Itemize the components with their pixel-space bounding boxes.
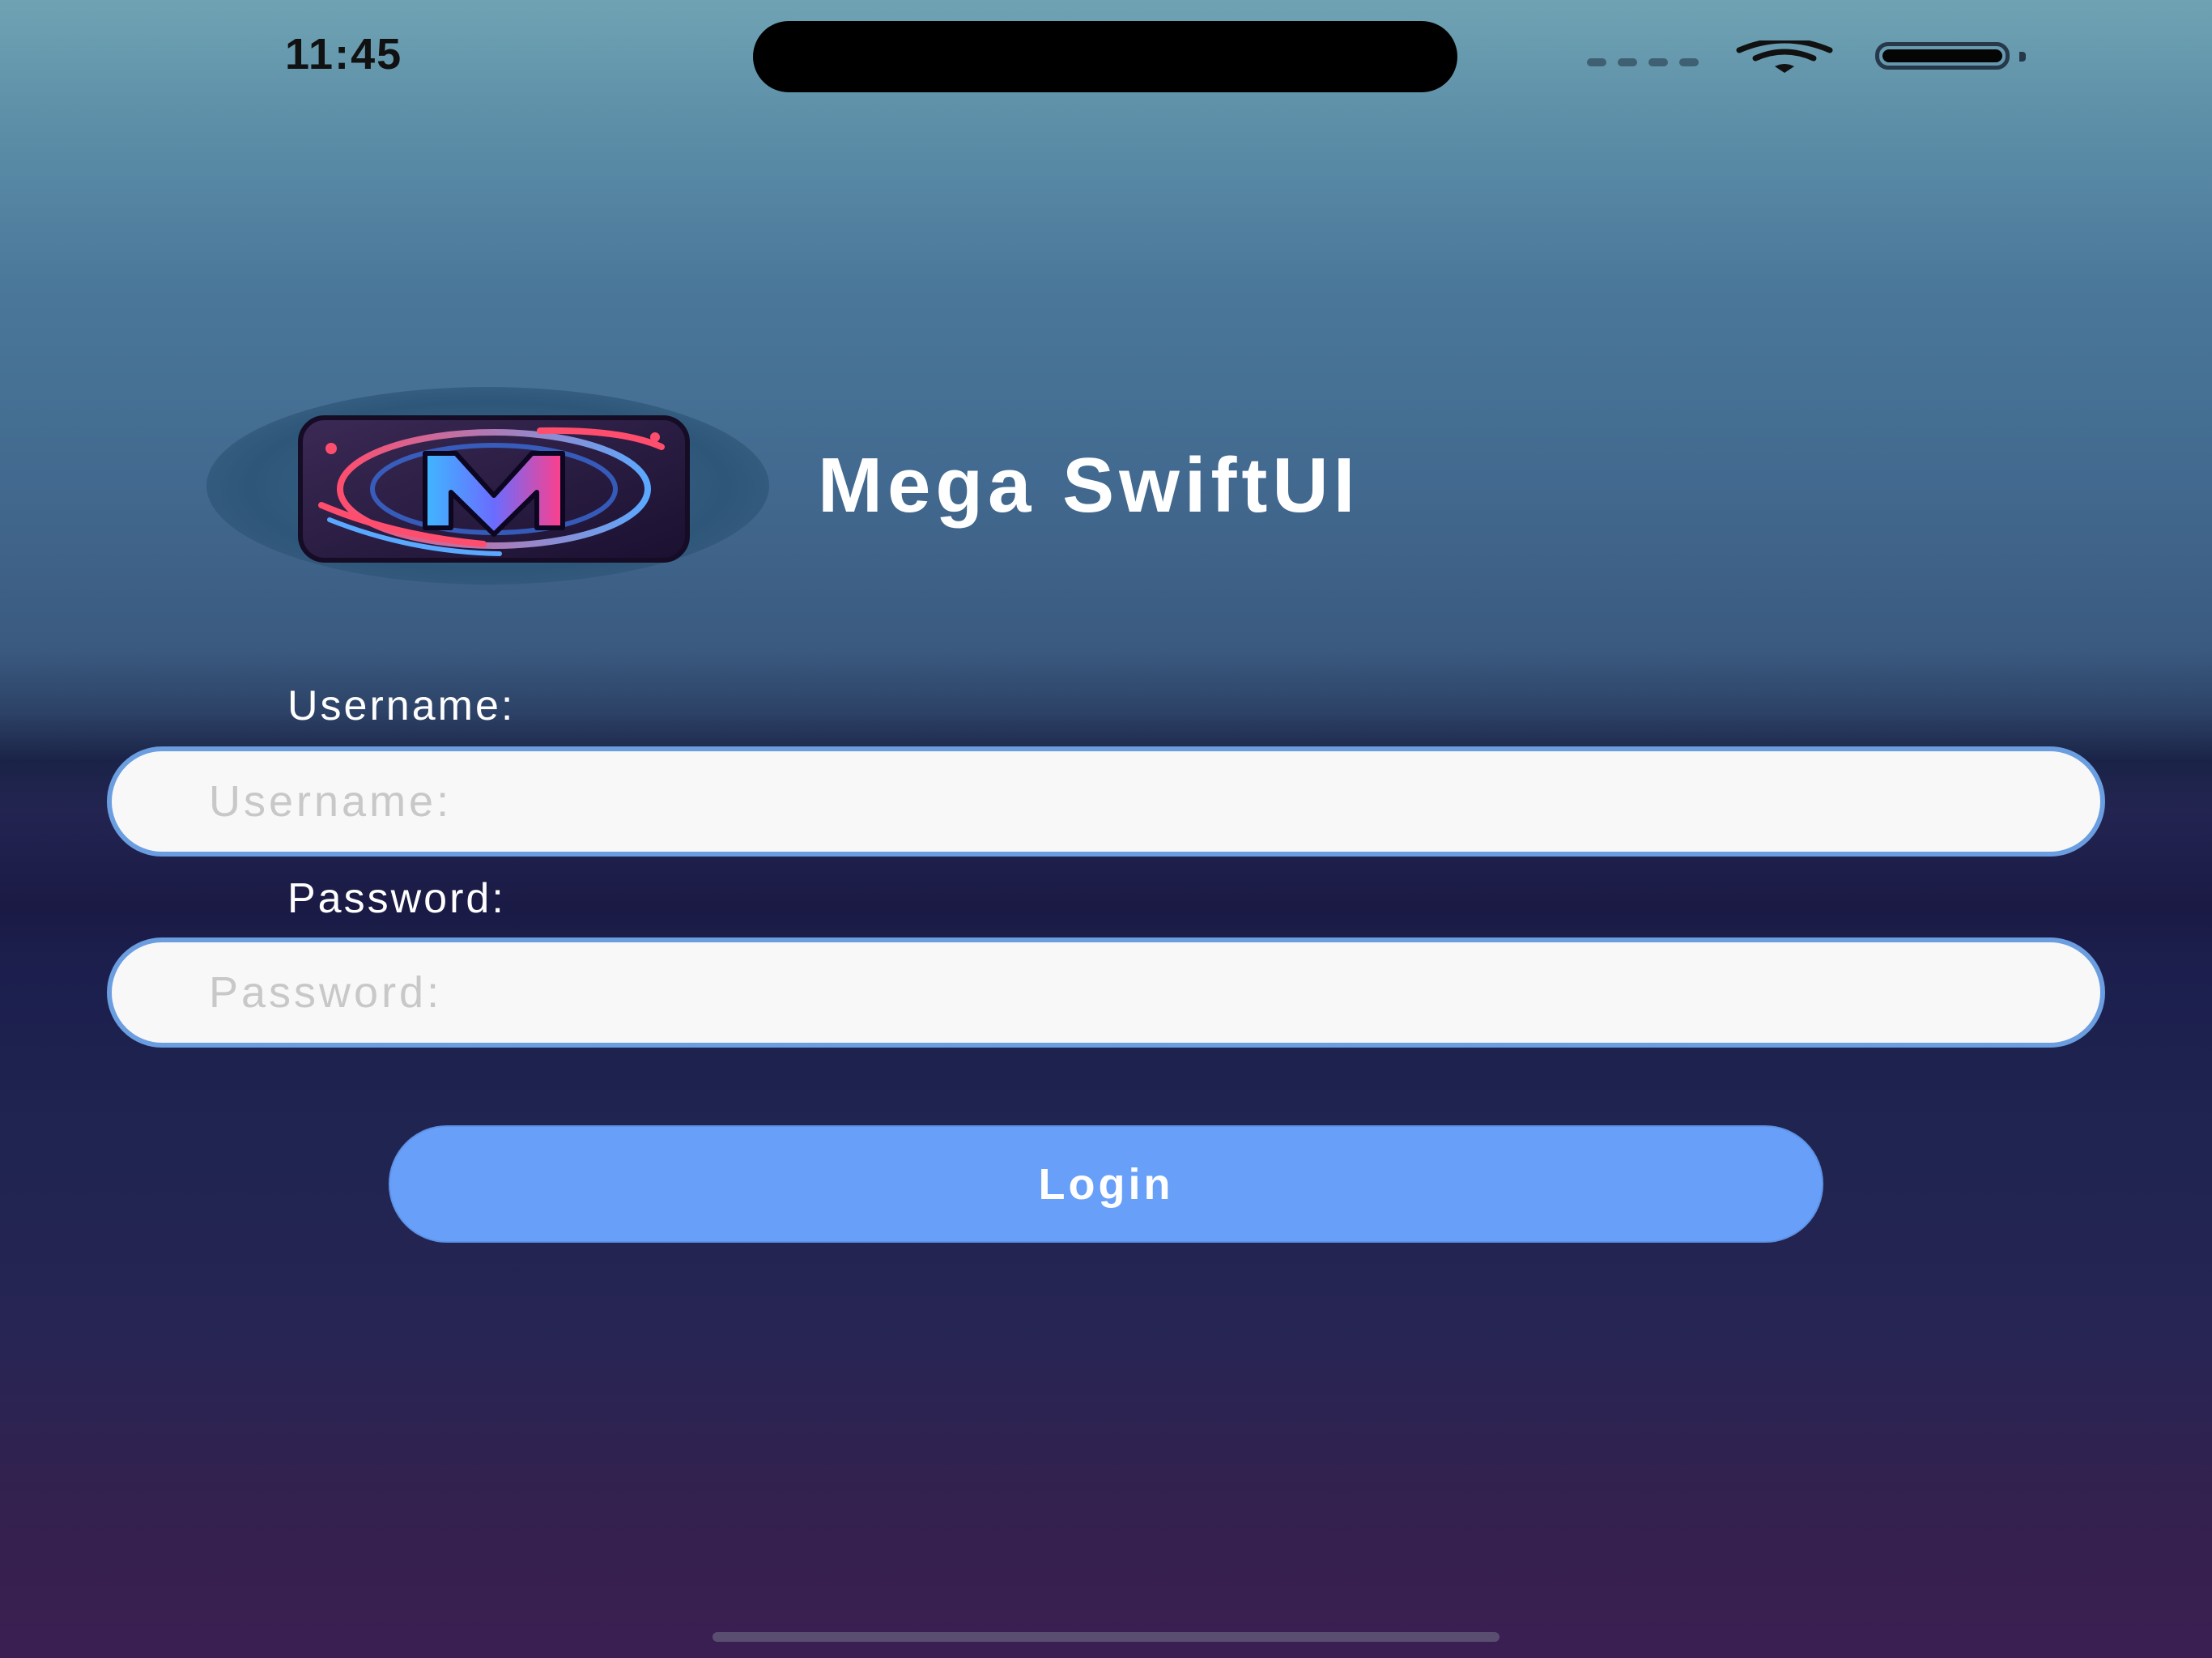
username-label: Username: — [287, 682, 516, 729]
cellular-signal-icon — [1587, 58, 1699, 66]
password-input[interactable] — [107, 937, 2105, 1048]
status-time: 11:45 — [285, 30, 403, 79]
app-logo-icon — [298, 415, 690, 563]
dynamic-island — [753, 21, 1457, 92]
username-input[interactable] — [107, 746, 2105, 857]
battery-cap — [2019, 52, 2026, 62]
app-title: Mega SwiftUI — [818, 442, 1360, 529]
wifi-icon — [1736, 40, 1833, 73]
password-label: Password: — [287, 875, 506, 922]
battery-icon — [1875, 42, 2010, 70]
login-button[interactable]: Login — [389, 1125, 1823, 1243]
login-button-label: Login — [1038, 1159, 1174, 1209]
home-indicator[interactable] — [713, 1632, 1499, 1642]
